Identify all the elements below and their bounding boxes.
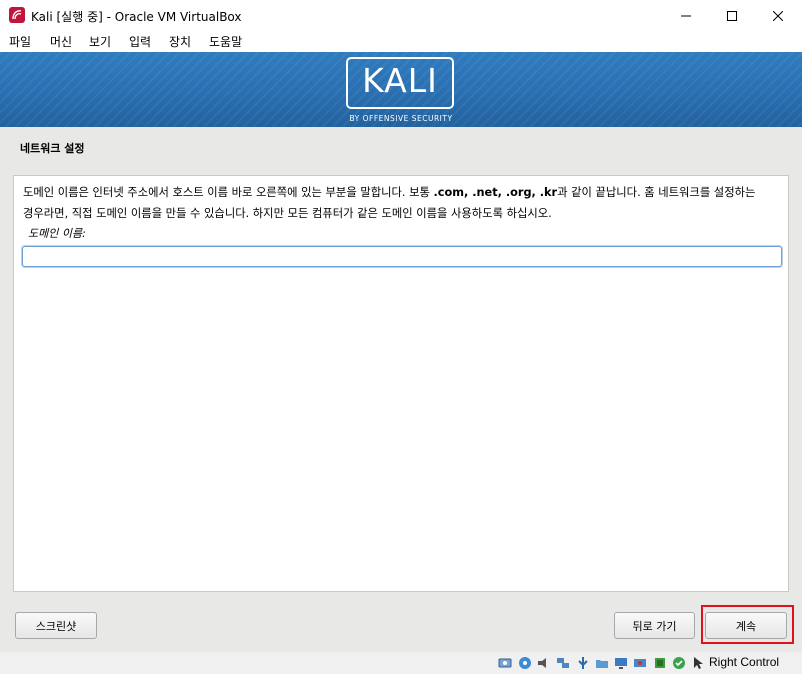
section-title: 네트워크 설정 [20, 142, 85, 155]
optical-drive-icon[interactable] [518, 656, 532, 670]
minimize-button[interactable] [663, 0, 709, 31]
kali-logo: KALI [346, 57, 454, 109]
maximize-icon [727, 10, 737, 21]
continue-button-highlight [701, 605, 794, 644]
screenshot-button[interactable]: 스크린샷 [15, 612, 97, 639]
kali-logo-text: KALI [362, 61, 438, 100]
domain-name-input[interactable] [22, 246, 782, 267]
network-icon[interactable] [556, 656, 570, 670]
domain-name-label: 도메인 이름: [28, 227, 86, 240]
kali-logo-subtitle: BY OFFENSIVE SECURITY [349, 114, 453, 123]
kali-app-icon [9, 7, 25, 23]
close-button[interactable] [755, 0, 801, 31]
description-domains: .com, .net, .org, .kr [433, 186, 558, 199]
vm-display[interactable]: KALI BY OFFENSIVE SECURITY 네트워크 설정 도메인 이… [0, 52, 802, 652]
hard-disk-icon[interactable] [498, 656, 512, 670]
guest-additions-icon[interactable] [672, 656, 686, 670]
window-title: Kali [실행 중] - Oracle VM VirtualBox [31, 10, 242, 24]
menu-file[interactable]: 파일 [9, 33, 31, 50]
audio-icon[interactable] [537, 656, 551, 670]
video-capture-icon[interactable] [633, 656, 647, 670]
kali-banner: KALI BY OFFENSIVE SECURITY [0, 52, 802, 127]
mouse-integration-icon[interactable] [691, 656, 705, 670]
menu-help[interactable]: 도움말 [209, 33, 242, 50]
minimize-icon [681, 15, 691, 16]
close-icon [773, 10, 783, 21]
usb-icon[interactable] [576, 656, 590, 670]
display-icon[interactable] [614, 656, 628, 670]
cpu-activity-icon[interactable] [653, 656, 667, 670]
back-button[interactable]: 뒤로 가기 [614, 612, 695, 639]
menu-input[interactable]: 입력 [129, 33, 151, 50]
description-text: 도메인 이름은 인터넷 주소에서 호스트 이름 바로 오른쪽에 있는 부분을 말… [23, 182, 783, 224]
shared-folders-icon[interactable] [595, 656, 609, 670]
maximize-button[interactable] [709, 0, 755, 31]
description-part-1: 도메인 이름은 인터넷 주소에서 호스트 이름 바로 오른쪽에 있는 부분을 말… [23, 186, 434, 199]
installer-panel: 도메인 이름은 인터넷 주소에서 호스트 이름 바로 오른쪽에 있는 부분을 말… [13, 175, 789, 592]
host-key-label: Right Control [709, 655, 780, 669]
status-bar: Right Control [0, 652, 802, 674]
title-bar: Kali [실행 중] - Oracle VM VirtualBox [0, 0, 802, 31]
menu-machine[interactable]: 머신 [50, 33, 72, 50]
menu-bar: 파일 머신 보기 입력 장치 도움말 [0, 31, 802, 52]
menu-devices[interactable]: 장치 [169, 33, 191, 50]
menu-view[interactable]: 보기 [89, 33, 111, 50]
